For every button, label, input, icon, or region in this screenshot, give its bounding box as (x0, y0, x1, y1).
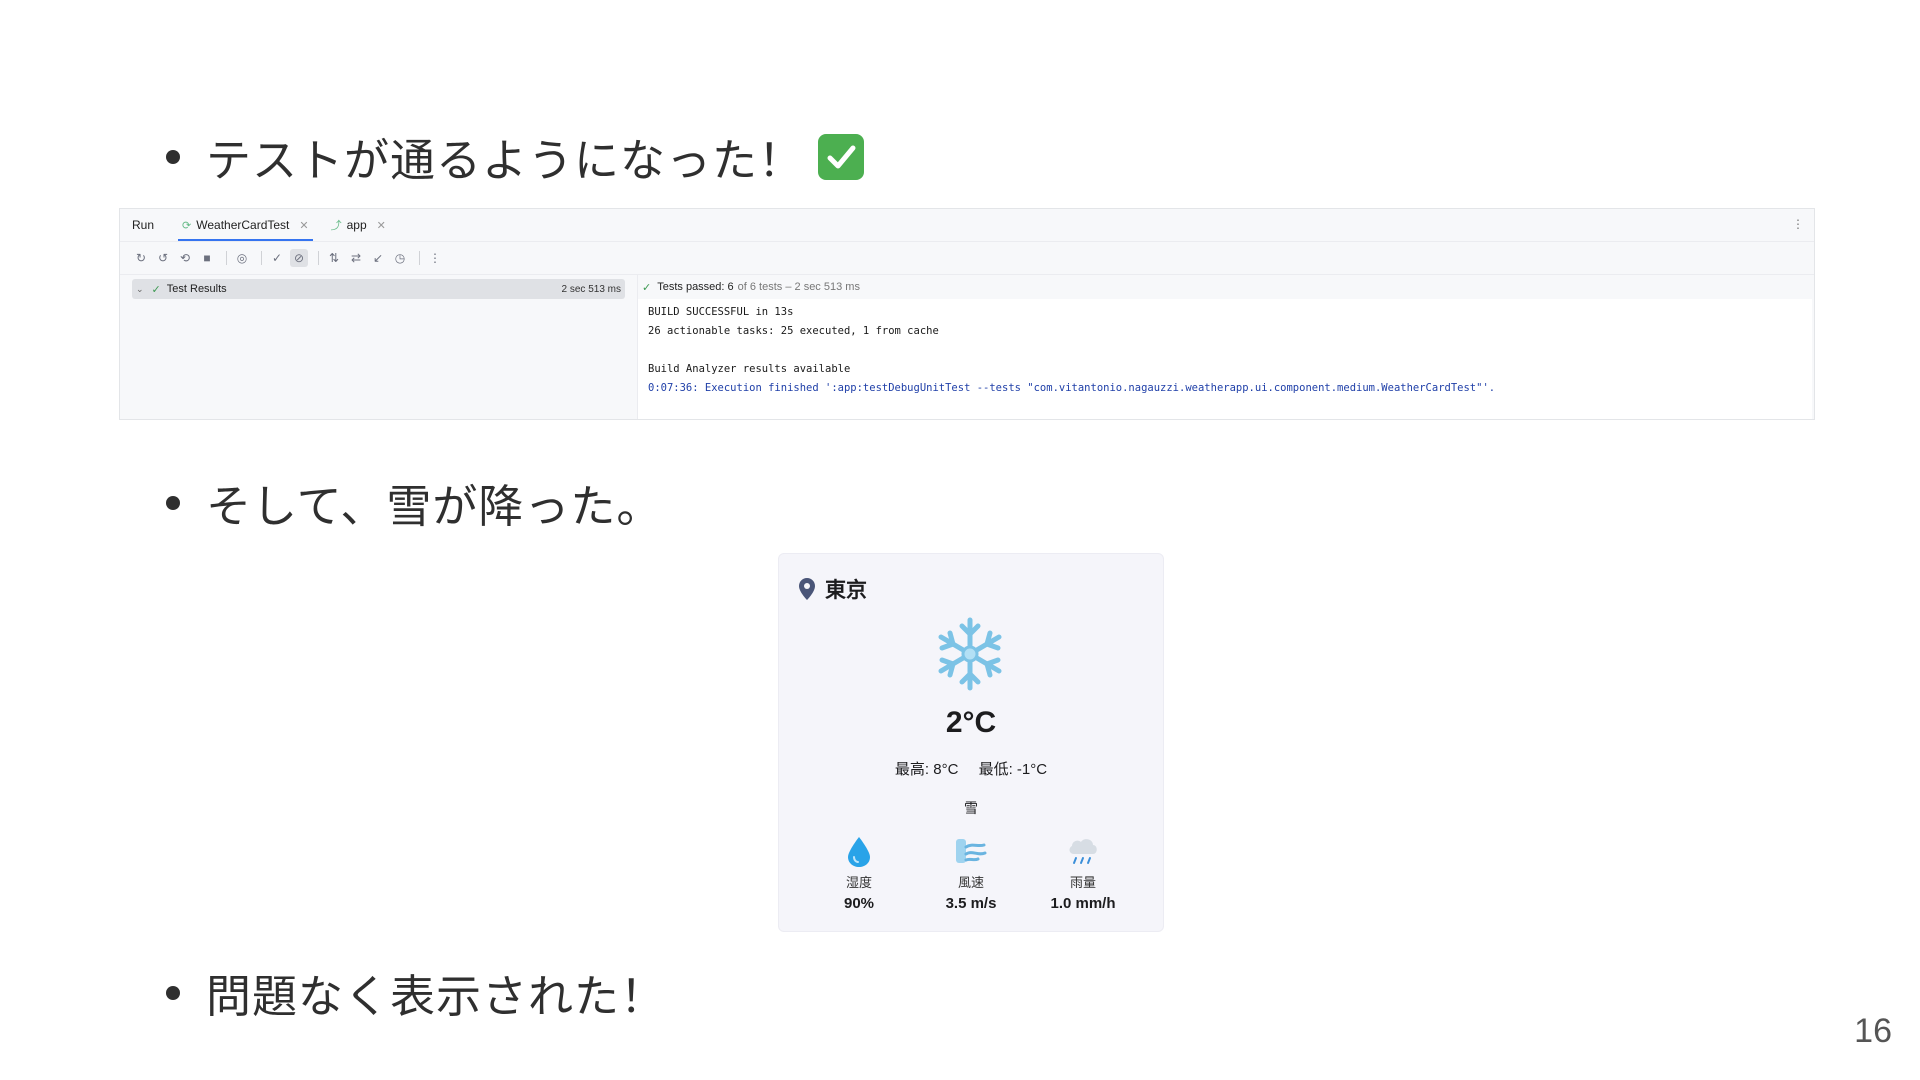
console-line: 26 actionable tasks: 25 executed, 1 from… (648, 325, 939, 337)
stat-label: 湿度 (845, 875, 872, 890)
history-icon[interactable]: ◷ (391, 249, 409, 267)
stat-rain: 雨量 1.0 mm/h (1033, 834, 1133, 912)
location-pin-icon (799, 578, 815, 600)
gradle-icon: ⤴ (330, 220, 342, 232)
bullet-displayed: 問題なく表示された！ (166, 960, 666, 1025)
tab-weathercardtest[interactable]: ⟳ WeatherCardTest ✕ (178, 209, 313, 241)
card-header: 東京 (799, 574, 867, 604)
weather-card: 東京 2°C 最高: 8°C 最低: -1°C 雪 湿度 90% 風速 3.5 … (778, 553, 1164, 932)
bullet-dot (166, 149, 180, 164)
tree-row-test-results[interactable]: ⌄ ✓ Test Results 2 sec 513 ms (132, 279, 625, 299)
temperature: 2°C (945, 706, 997, 739)
console-area: ✓ Tests passed: 6 of 6 tests – 2 sec 513… (638, 275, 1814, 419)
run-tabs-bar: Run ⟳ WeatherCardTest ✕ ⤴ app ✕ ⋮ (120, 209, 1814, 242)
check-mark-icon (818, 133, 865, 180)
collapse-icon[interactable]: ↙ (369, 249, 387, 267)
stat-wind: 風速 3.5 m/s (921, 834, 1021, 912)
city-name: 東京 (825, 579, 867, 602)
stat-label: 雨量 (1069, 875, 1096, 890)
rain-cloud-icon (1069, 839, 1097, 864)
tree-row-label: Test Results (166, 283, 227, 295)
close-icon[interactable]: ✕ (299, 219, 308, 232)
page-number: 16 (1854, 1012, 1892, 1050)
console-line: Build Analyzer results available (648, 363, 851, 375)
sort-alphabetically-icon[interactable]: ⇅ (325, 249, 343, 267)
console-line: 0:07:36: Execution finished ':app:testDe… (648, 382, 1496, 394)
sort-duration-icon[interactable]: ⇄ (347, 249, 365, 267)
toolbar-divider (226, 251, 227, 265)
droplet-icon (848, 837, 870, 867)
stat-value: 90% (843, 895, 875, 912)
show-ignored-icon[interactable]: ◎ (233, 249, 251, 267)
run-toolbar: ↻ ↺ ⟲ ■ ◎ ✓ ⊘ ⇅ ⇄ ↙ ◷ ⋮ (120, 242, 1814, 275)
run-body: ⌄ ✓ Test Results 2 sec 513 ms ✓ Tests pa… (120, 275, 1814, 419)
rerun-icon[interactable]: ↻ (132, 249, 150, 267)
weather-condition: 雪 (964, 800, 978, 816)
snowflake-icon (938, 617, 1002, 691)
show-passed-icon[interactable]: ✓ (268, 249, 286, 267)
stat-value: 1.0 mm/h (1050, 895, 1116, 912)
more-options-icon[interactable]: ⋮ (1792, 217, 1804, 231)
test-tree: ⌄ ✓ Test Results 2 sec 513 ms (120, 275, 638, 419)
high-low: 最高: 8°C 最低: -1°C (779, 758, 1163, 779)
close-icon[interactable]: ✕ (377, 219, 386, 232)
bullet-text: 問題なく表示された！ (206, 970, 667, 1023)
bullet-dot (166, 985, 180, 1000)
tree-row-duration: 2 sec 513 ms (561, 283, 621, 295)
weather-stats: 湿度 90% 風速 3.5 m/s 雨量 1.0 mm/h (809, 834, 1133, 912)
more-options-icon[interactable]: ⋮ (426, 249, 444, 267)
bullet-text: そして、雪が降った。 (206, 480, 663, 533)
bullet-tests-pass: テストが通るようになった！ (166, 124, 865, 189)
toolbar-divider (261, 251, 262, 265)
check-icon: ✓ (642, 281, 652, 294)
chevron-down-icon[interactable]: ⌄ (136, 284, 144, 295)
run-label: Run (132, 218, 155, 232)
stat-humidity: 湿度 90% (809, 834, 909, 912)
bullet-dot (166, 495, 180, 510)
tests-passed-label: Tests passed: 6 (657, 281, 734, 293)
rerun-automatically-icon[interactable]: ⟲ (176, 249, 194, 267)
test-icon: ⟳ (182, 219, 192, 232)
bullet-text: テストが通るようになった！ (206, 134, 805, 187)
stop-icon[interactable]: ■ (198, 249, 216, 267)
console-line: BUILD SUCCESSFUL in 13s (648, 306, 794, 318)
toolbar-divider (419, 251, 420, 265)
check-icon: ✓ (151, 283, 161, 296)
rerun-failed-icon[interactable]: ↺ (154, 249, 172, 267)
test-pass-summary: ✓ Tests passed: 6 of 6 tests – 2 sec 513… (638, 275, 1814, 299)
stat-value: 3.5 m/s (945, 895, 997, 912)
show-ignored-toggle-icon[interactable]: ⊘ (290, 249, 308, 267)
high-temp: 最高: 8°C (894, 761, 959, 778)
tab-label: WeatherCardTest (196, 218, 290, 232)
ide-run-panel: Run ⟳ WeatherCardTest ✕ ⤴ app ✕ ⋮ ↻ ↺ ⟲ … (119, 208, 1815, 420)
tab-label: app (346, 218, 367, 232)
wind-icon (956, 839, 987, 863)
toolbar-divider (318, 251, 319, 265)
bullet-snow: そして、雪が降った。 (166, 470, 662, 535)
tests-passed-detail: of 6 tests – 2 sec 513 ms (737, 281, 860, 293)
low-temp: 最低: -1°C (978, 761, 1048, 778)
stat-label: 風速 (957, 875, 984, 890)
tab-app[interactable]: ⤴ app ✕ (331, 209, 386, 241)
console-output[interactable]: BUILD SUCCESSFUL in 13s 26 actionable ta… (638, 299, 1812, 419)
